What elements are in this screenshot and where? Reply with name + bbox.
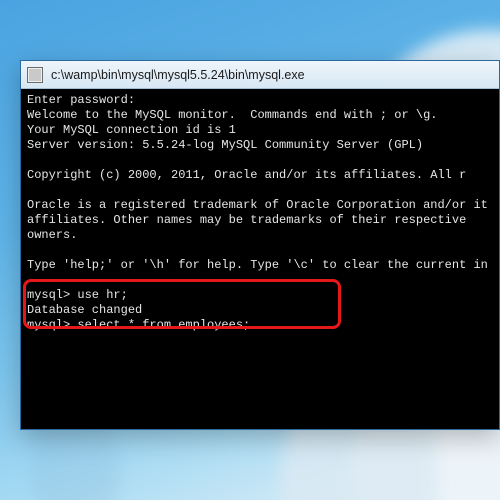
app-icon xyxy=(27,67,43,83)
mysql-console-window[interactable]: c:\wamp\bin\mysql\mysql5.5.24\bin\mysql.… xyxy=(20,60,500,430)
window-titlebar[interactable]: c:\wamp\bin\mysql\mysql5.5.24\bin\mysql.… xyxy=(21,61,499,89)
terminal-output[interactable]: Enter password: Welcome to the MySQL mon… xyxy=(21,89,499,429)
window-title: c:\wamp\bin\mysql\mysql5.5.24\bin\mysql.… xyxy=(51,68,305,82)
